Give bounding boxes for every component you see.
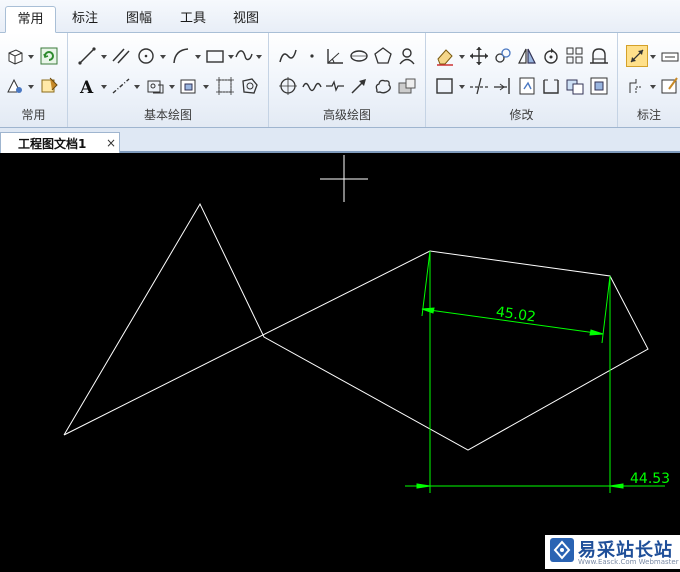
mirror-icon[interactable] [516, 45, 538, 67]
trim-icon[interactable] [468, 75, 490, 97]
properties-icon[interactable] [4, 75, 26, 97]
drawing-svg: 45.02 44.53 [63, 155, 670, 493]
dropdown-arrow-icon[interactable] [100, 83, 108, 91]
drawing-canvas[interactable]: 45.02 44.53 [0, 153, 680, 569]
rectangle-icon[interactable] [204, 45, 226, 67]
dropdown-arrow-icon[interactable] [194, 53, 202, 61]
array-icon[interactable] [564, 45, 586, 67]
cloud-icon[interactable] [372, 75, 394, 97]
close-icon[interactable]: × [106, 136, 116, 150]
select-window-icon[interactable] [434, 75, 456, 97]
image-insert-icon[interactable] [396, 75, 418, 97]
text-icon[interactable]: A [76, 75, 98, 97]
watermark-subtext: Www.Easck.Com Webmaster [578, 558, 679, 566]
dimension-icon[interactable] [626, 45, 648, 67]
block-icon[interactable] [178, 75, 200, 97]
break-line-icon[interactable] [324, 75, 346, 97]
ribbon-tab-bar: 常用 标注 图幅 工具 视图 [0, 0, 680, 33]
match-format-icon[interactable] [38, 75, 60, 97]
dropdown-arrow-icon[interactable] [168, 83, 176, 91]
spline-icon[interactable] [233, 45, 255, 67]
horizontal-dimension[interactable]: 44.53 [405, 251, 670, 493]
point-icon[interactable] [301, 45, 323, 67]
group-label-common: 常用 [21, 108, 46, 122]
tab-tools[interactable]: 工具 [169, 6, 217, 33]
tab-sheet[interactable]: 图幅 [115, 6, 163, 33]
boundary-icon[interactable] [214, 75, 236, 97]
dropdown-arrow-icon[interactable] [458, 83, 466, 91]
text-annotation-icon[interactable] [659, 75, 680, 97]
ribbon: 常用 A 基本绘图 高级绘图 修改 标注 [0, 33, 680, 128]
rotate-icon[interactable] [540, 45, 562, 67]
tab-annotate[interactable]: 标注 [61, 6, 109, 33]
document-tab[interactable]: 工程图文档1 × [0, 132, 120, 153]
group-label-annotate: 标注 [636, 108, 661, 122]
center-circle-icon[interactable] [277, 75, 299, 97]
circle-icon[interactable] [135, 45, 157, 67]
hatch-icon[interactable] [144, 75, 166, 97]
geometry[interactable] [63, 202, 649, 451]
fillet-icon[interactable] [540, 75, 562, 97]
eraser-icon[interactable] [434, 45, 456, 67]
explode-icon[interactable] [564, 75, 586, 97]
dropdown-arrow-icon[interactable] [649, 53, 657, 61]
stretch-icon[interactable] [588, 45, 610, 67]
polyline-icon[interactable] [277, 45, 299, 67]
angle-line-icon[interactable] [324, 45, 346, 67]
dropdown-arrow-icon[interactable] [202, 83, 210, 91]
dropdown-arrow-icon[interactable] [458, 53, 466, 61]
multi-dimension-icon[interactable] [626, 75, 648, 97]
dimension-value-2: 44.53 [630, 471, 670, 487]
refresh-icon[interactable] [38, 45, 60, 67]
group-label-modify: 修改 [509, 108, 534, 122]
polygon-icon[interactable] [372, 45, 394, 67]
arrow-icon[interactable] [348, 75, 370, 97]
watermark: 易采站长站 Www.Easck.Com Webmaster [545, 535, 680, 569]
group-label-basic-draw: 基本绘图 [143, 108, 192, 122]
dimension-value-1: 45.02 [495, 304, 537, 325]
line-icon[interactable] [76, 45, 98, 67]
triangle-shape[interactable] [63, 202, 649, 451]
cube-icon[interactable] [4, 45, 26, 67]
dropdown-arrow-icon[interactable] [649, 83, 657, 91]
copy-icon[interactable] [492, 45, 514, 67]
break-icon[interactable] [516, 75, 538, 97]
document-tab-label: 工程图文档1 [18, 137, 87, 151]
dropdown-arrow-icon[interactable] [159, 53, 167, 61]
tab-view[interactable]: 视图 [222, 6, 270, 33]
group-advanced-draw: 高级绘图 [269, 33, 426, 127]
ellipse-icon[interactable] [348, 45, 370, 67]
group-modify: 修改 [426, 33, 618, 127]
watermark-logo-icon [550, 538, 574, 562]
dropdown-arrow-icon[interactable] [133, 83, 141, 91]
extend-icon[interactable] [492, 75, 514, 97]
dropdown-arrow-icon[interactable] [255, 53, 263, 61]
dropdown-arrow-icon[interactable] [27, 53, 35, 61]
group-annotate: 标注 [618, 33, 680, 127]
dropdown-arrow-icon[interactable] [27, 83, 35, 91]
move-icon[interactable] [468, 45, 490, 67]
ring-icon[interactable] [396, 45, 418, 67]
group-basic-draw: A 基本绘图 [68, 33, 269, 127]
group-common: 常用 [0, 33, 68, 127]
wave-icon[interactable] [301, 75, 323, 97]
arc-icon[interactable] [170, 45, 192, 67]
document-tab-bar: 工程图文档1 × [0, 128, 680, 153]
centerline-icon[interactable] [110, 75, 132, 97]
aligned-dimension[interactable]: 45.02 [421, 250, 611, 344]
text-tool-glyph: A [79, 78, 94, 97]
group-label-advanced-draw: 高级绘图 [322, 108, 371, 122]
region-icon[interactable] [239, 75, 261, 97]
cursor-crosshair [320, 155, 368, 202]
parallel-line-icon[interactable] [110, 45, 132, 67]
coordinate-dimension-icon[interactable] [659, 45, 680, 67]
offset-icon[interactable] [588, 75, 610, 97]
dropdown-arrow-icon[interactable] [100, 53, 108, 61]
tab-common[interactable]: 常用 [5, 6, 56, 33]
